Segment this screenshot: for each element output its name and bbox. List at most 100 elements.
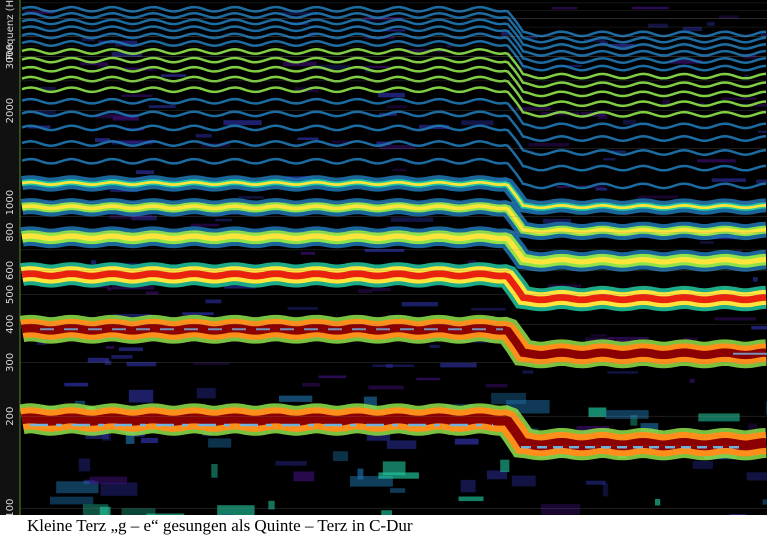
noise-streak [392,168,407,172]
noise-streak [692,461,713,469]
y-tick-label: 200 [5,407,16,426]
noise-streak [762,499,767,505]
noise-streak [698,413,740,422]
noise-streak [603,158,616,161]
noise-streak [598,114,608,120]
y-tick-label: 2000 [5,98,16,123]
noise-streak [440,362,477,368]
noise-streak [100,482,138,496]
noise-streak [378,92,405,98]
noise-streak [590,334,607,337]
noise-streak [602,483,609,497]
noise-streak [500,459,510,473]
noise-streak [300,251,316,255]
noise-streak [64,382,89,387]
noise-streak [193,362,230,365]
noise-streak [718,15,739,19]
noise-streak [287,307,318,310]
noise-streak [89,476,128,485]
noise-streak [102,433,111,441]
noise-streak [196,388,216,399]
noise-streak [136,170,155,174]
noise-streak [222,514,234,515]
noise-streak [528,143,569,147]
noise-streak [655,499,661,506]
noise-streak [401,302,438,307]
noise-streak [522,370,534,374]
noise-streak [471,308,506,311]
noise-streak [429,344,440,348]
noise-streak [632,6,669,10]
noise-streak [104,360,112,365]
noise-streak [50,496,94,505]
noise-streak [121,94,153,97]
noise-streak [145,291,159,295]
noise-streak [357,288,373,293]
noise-streak [372,364,415,367]
y-tick-label: 300 [5,353,16,372]
noise-streak [390,488,406,493]
noise-streak [128,389,154,403]
noise-streak [140,437,158,444]
noise-streak [588,407,607,418]
y-tick-label: 1000 [5,190,16,215]
noise-streak [386,363,393,368]
noise-streak [386,105,408,109]
noise-streak [416,377,440,381]
noise-streak [195,133,212,138]
noise-streak [697,159,736,163]
noise-streak [107,287,112,291]
noise-streak [454,438,479,445]
noise-streak [540,504,581,515]
noise-streak [368,385,404,390]
noise-streak [386,440,417,449]
noise-streak [595,187,608,191]
y-tick-label: 500 [5,285,16,304]
noise-streak [364,249,405,253]
noise-streak [275,461,307,466]
noise-streak [205,299,222,304]
noise-streak [714,317,756,321]
noise-streak [148,105,176,109]
noise-streak [378,472,419,479]
y-tick-label: 800 [5,223,16,242]
noise-streak [297,137,319,140]
y-axis-strip [0,0,20,515]
noise-streak [605,410,649,419]
noise-streak [91,260,97,265]
noise-streak [607,371,638,374]
noise-streak [118,347,143,352]
noise-streak [371,288,391,292]
noise-streak [699,241,714,244]
noise-streak [623,119,637,125]
y-axis-label: Frequenz (Hz) [5,0,16,60]
noise-streak [302,382,320,387]
noise-streak [689,378,695,383]
noise-streak [190,223,220,227]
y-tick-label: 400 [5,315,16,334]
y-tick-label: 100 [5,499,16,515]
noise-streak [106,346,115,349]
noise-streak [460,479,476,493]
noise-streak [217,505,255,515]
noise-streak [511,475,536,487]
noise-streak [121,508,156,515]
noise-streak [757,130,767,133]
noise-streak [390,217,434,222]
y-tick-label: 600 [5,261,16,280]
noise-streak [485,383,508,388]
noise-streak [215,218,233,222]
spectrogram: 100 200 300 400 500 600 800 1000 2000 3000 Freque… [0,0,767,515]
noise-streak [211,464,218,478]
noise-streak [381,510,392,515]
noise-streak [458,496,484,502]
noise-streak [111,355,133,359]
noise-streak [279,395,313,402]
noise-streak [721,97,757,100]
noise-streak [637,195,679,199]
noise-streak [161,74,187,77]
noise-streak [729,514,747,515]
noise-streak [333,451,349,462]
noise-streak [662,99,671,105]
noise-streak [707,21,715,26]
